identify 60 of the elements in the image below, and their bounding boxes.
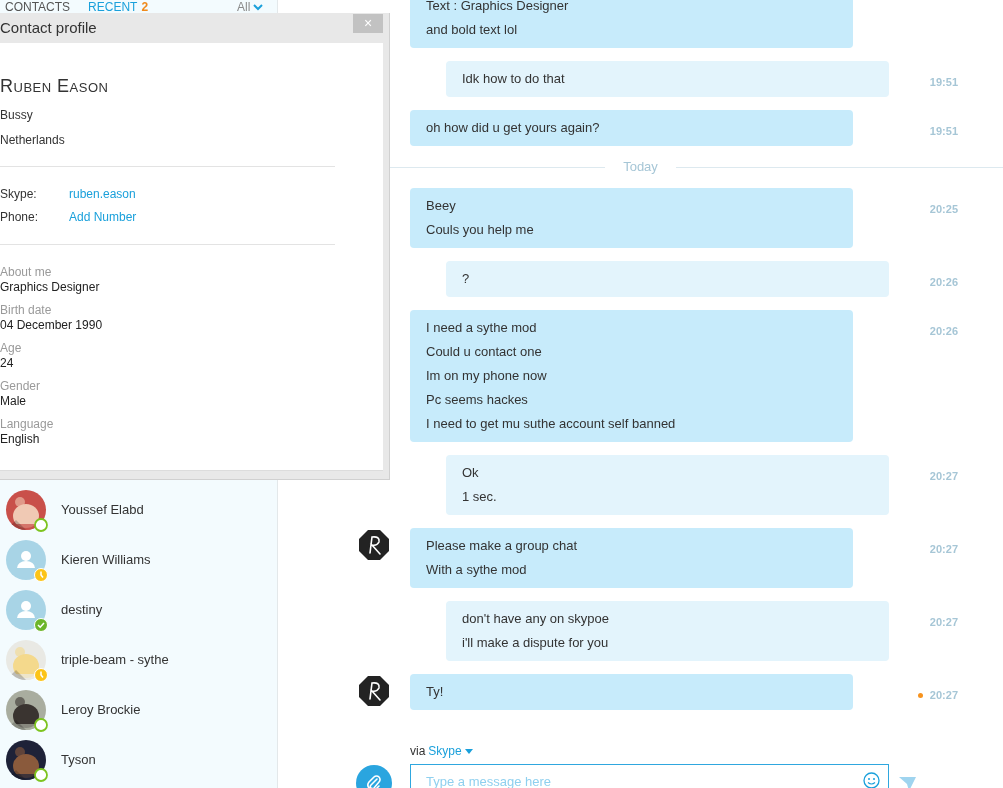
message-time: 20:27: [929, 688, 958, 703]
emoji-icon[interactable]: [863, 772, 880, 788]
mood-text: Bussy: [0, 107, 34, 123]
message-text: I need a sythe mod: [426, 319, 538, 337]
message-text: 1 sec.: [462, 488, 498, 506]
message-time: 20:26: [929, 324, 958, 339]
contact-name[interactable]: Kieren Williams: [61, 550, 151, 570]
detail-value: Graphics Designer: [0, 280, 101, 295]
message-time: 20:27: [929, 469, 958, 484]
message-text: don't have any on skypoe: [462, 610, 611, 628]
via-label: via: [410, 744, 426, 758]
message-time: 20:27: [929, 542, 958, 557]
message-text: ?: [462, 270, 471, 288]
detail-label: Birth date: [0, 303, 53, 318]
message-text: Please make a group chat: [426, 537, 579, 555]
detail-label: About me: [0, 265, 53, 280]
message-time: 19:51: [929, 75, 958, 90]
contact-name[interactable]: Leroy Brockie: [61, 700, 141, 720]
message-text: I need to get mu suthe account self banned: [426, 415, 677, 433]
detail-value: 24: [0, 356, 15, 371]
message-text: Im on my phone now: [426, 367, 548, 385]
message-time: 19:51: [929, 124, 958, 139]
detail-value: 04 December 1990: [0, 318, 104, 333]
message-text: Could u contact one: [426, 343, 543, 361]
caret-icon: [464, 748, 473, 754]
contact-name[interactable]: Youssef Elabd: [61, 500, 144, 520]
detail-value: Male: [0, 394, 27, 409]
recent-count: 2: [141, 0, 149, 13]
message-text: Beey: [426, 197, 457, 215]
detail-label: Gender: [0, 379, 42, 394]
message-text: Text : Graphics Designer: [426, 0, 570, 15]
dialog-title: Contact profile: [0, 19, 97, 37]
contact-name: Ruben Eason: [0, 75, 110, 97]
message-time: 20:27: [929, 615, 958, 630]
detail-label: Language: [0, 417, 55, 432]
message-text: oh how did u get yours again?: [426, 119, 601, 137]
message-text: Ok: [462, 464, 480, 482]
sidebar-tab[interactable]: CONTACTS: [5, 0, 71, 13]
message-text: Idk how to do that: [462, 70, 566, 88]
field-label: Skype:: [0, 186, 38, 202]
field-label: Phone:: [0, 209, 40, 225]
message-text: With a sythe mod: [426, 561, 528, 579]
message-text: Pc seems hackes: [426, 391, 529, 409]
message-text: Ty!: [426, 683, 445, 701]
detail-label: Age: [0, 341, 23, 356]
paperclip-icon: [365, 774, 383, 788]
message-time: 20:25: [929, 202, 958, 217]
message-text: and bold text lol: [426, 21, 519, 39]
contact-name[interactable]: triple-beam - sythe: [61, 650, 169, 670]
location-text: Netherlands: [0, 132, 66, 148]
chevron-down-icon: [253, 3, 264, 11]
message-text: Couls you help me: [426, 221, 535, 239]
message-text: i'll make a dispute for you: [462, 634, 610, 652]
detail-value: English: [0, 432, 41, 447]
send-icon[interactable]: [899, 776, 916, 788]
contact-name[interactable]: Tyson: [61, 750, 96, 770]
contact-name[interactable]: destiny: [61, 600, 103, 620]
message-input[interactable]: Type a message here: [410, 764, 889, 788]
date-divider-label: Today: [622, 159, 659, 175]
message-time: 20:26: [929, 275, 958, 290]
